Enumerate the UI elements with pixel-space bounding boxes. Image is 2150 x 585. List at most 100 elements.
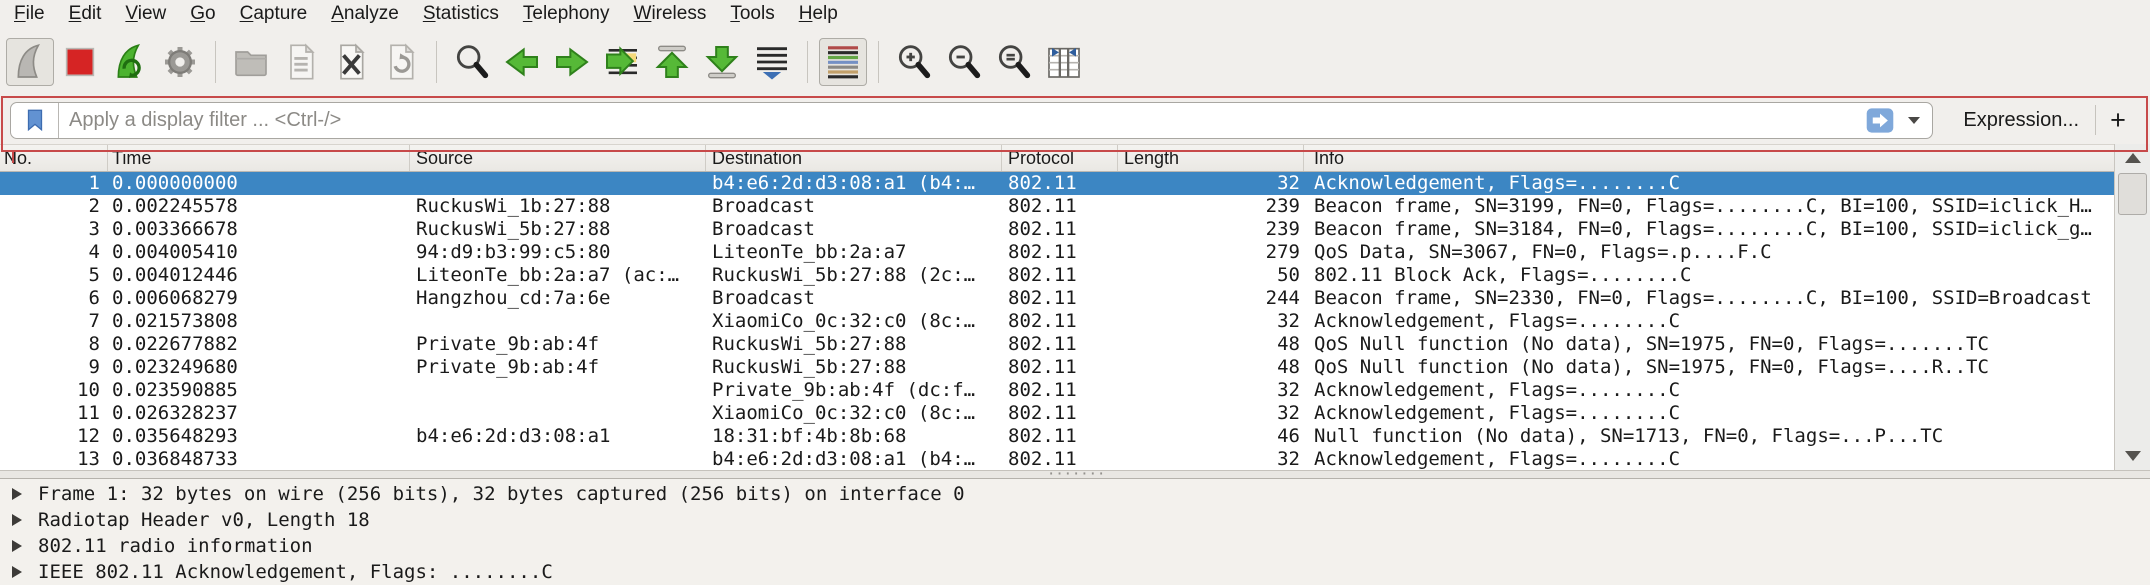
- cell-protocol: 802.11: [1002, 356, 1118, 379]
- expander-triangle-icon[interactable]: [12, 566, 22, 578]
- zoom-out-button[interactable]: [940, 38, 988, 86]
- reload-file-button[interactable]: [377, 38, 425, 86]
- detail-text: Frame 1: 32 bytes on wire (256 bits), 32…: [38, 483, 965, 505]
- stop-capture-icon: [60, 42, 100, 82]
- cell-length: 244: [1118, 287, 1304, 310]
- menu-telephony[interactable]: Telephony: [511, 0, 622, 27]
- expander-triangle-icon[interactable]: [12, 540, 22, 552]
- column-header-time[interactable]: Time: [108, 145, 410, 171]
- packet-row[interactable]: 60.006068279Hangzhou_cd:7a:6eBroadcast80…: [0, 287, 2114, 310]
- scroll-down-button[interactable]: [2115, 443, 2150, 469]
- go-last-button[interactable]: [698, 38, 746, 86]
- menu-go[interactable]: Go: [178, 0, 227, 27]
- column-header-info[interactable]: Info: [1304, 145, 2114, 171]
- cell-protocol: 802.11: [1002, 241, 1118, 264]
- go-first-button[interactable]: [648, 38, 696, 86]
- cell-time: 0.022677882: [108, 333, 410, 356]
- zoom-in-button[interactable]: [890, 38, 938, 86]
- display-filter-input[interactable]: [59, 103, 1860, 138]
- cell-destination: b4:e6:2d:d3:08:a1 (b4:…: [706, 172, 1002, 195]
- cell-no: 6: [0, 287, 108, 310]
- detail-line[interactable]: IEEE 802.11 Acknowledgement, Flags: ....…: [0, 559, 2150, 585]
- scroll-up-button[interactable]: [2115, 145, 2150, 171]
- filter-bookmark-button[interactable]: [11, 103, 59, 138]
- bookmark-icon: [22, 107, 48, 133]
- cell-info: Null function (No data), SN=1713, FN=0, …: [1304, 425, 2114, 448]
- pane-splitter[interactable]: [0, 470, 2150, 479]
- expander-triangle-icon[interactable]: [12, 488, 22, 500]
- scrollbar-thumb[interactable]: [2118, 173, 2147, 215]
- capture-options-icon: [160, 42, 200, 82]
- cell-source: [410, 310, 706, 333]
- menu-tools[interactable]: Tools: [718, 0, 786, 27]
- menu-analyze[interactable]: Analyze: [319, 0, 411, 27]
- cell-time: 0.023590885: [108, 379, 410, 402]
- cell-time: 0.026328237: [108, 402, 410, 425]
- cell-no: 8: [0, 333, 108, 356]
- cell-source: [410, 402, 706, 425]
- stop-capture-button[interactable]: [56, 38, 104, 86]
- packet-row[interactable]: 40.00400541094:d9:b3:99:c5:80LiteonTe_bb…: [0, 241, 2114, 264]
- column-header-length[interactable]: Length: [1118, 145, 1304, 171]
- auto-scroll-button[interactable]: [748, 38, 796, 86]
- display-filter-bar[interactable]: [10, 102, 1933, 139]
- main-toolbar: [0, 27, 2150, 96]
- cell-source: [410, 448, 706, 470]
- detail-line[interactable]: Radiotap Header v0, Length 18: [0, 507, 2150, 533]
- add-filter-button[interactable]: +: [2096, 105, 2140, 135]
- cell-destination: XiaomiCo_0c:32:c0 (8c:…: [706, 402, 1002, 425]
- colorize-button[interactable]: [819, 38, 867, 86]
- menu-capture[interactable]: Capture: [228, 0, 320, 27]
- cell-time: 0.023249680: [108, 356, 410, 379]
- arrow-down-icon: [2125, 451, 2141, 461]
- packet-row[interactable]: 120.035648293b4:e6:2d:d3:08:a118:31:bf:4…: [0, 425, 2114, 448]
- menu-edit[interactable]: Edit: [57, 0, 114, 27]
- zoom-reset-button[interactable]: [990, 38, 1038, 86]
- cell-length: 32: [1118, 379, 1304, 402]
- packet-row[interactable]: 110.026328237XiaomiCo_0c:32:c0 (8c:…802.…: [0, 402, 2114, 425]
- expression-button[interactable]: Expression...: [1947, 109, 2095, 132]
- packet-row[interactable]: 90.023249680Private_9b:ab:4fRuckusWi_5b:…: [0, 356, 2114, 379]
- packet-row[interactable]: 10.000000000b4:e6:2d:d3:08:a1 (b4:…802.1…: [0, 172, 2114, 195]
- cell-protocol: 802.11: [1002, 402, 1118, 425]
- menu-help[interactable]: Help: [787, 0, 850, 27]
- packet-row[interactable]: 100.023590885Private_9b:ab:4f (dc:f…802.…: [0, 379, 2114, 402]
- resize-columns-button[interactable]: [1040, 38, 1088, 86]
- capture-options-button[interactable]: [156, 38, 204, 86]
- column-header-protocol[interactable]: Protocol: [1002, 145, 1118, 171]
- menu-file[interactable]: File: [2, 0, 57, 27]
- cell-info: Acknowledgement, Flags=........C: [1304, 310, 2114, 333]
- restart-capture-button[interactable]: [106, 38, 154, 86]
- go-next-button[interactable]: [548, 38, 596, 86]
- filter-history-dropdown[interactable]: [1902, 106, 1926, 135]
- packet-row[interactable]: 80.022677882Private_9b:ab:4fRuckusWi_5b:…: [0, 333, 2114, 356]
- detail-line[interactable]: 802.11 radio information: [0, 533, 2150, 559]
- packet-row[interactable]: 70.021573808XiaomiCo_0c:32:c0 (8c:…802.1…: [0, 310, 2114, 333]
- expander-triangle-icon[interactable]: [12, 514, 22, 526]
- go-previous-button[interactable]: [498, 38, 546, 86]
- cell-info: Beacon frame, SN=3199, FN=0, Flags=.....…: [1304, 195, 2114, 218]
- packet-row[interactable]: 50.004012446LiteonTe_bb:2a:a7 (ac:…Rucku…: [0, 264, 2114, 287]
- save-file-button[interactable]: [277, 38, 325, 86]
- open-file-icon: [231, 42, 271, 82]
- menu-view[interactable]: View: [113, 0, 178, 27]
- apply-filter-button[interactable]: [1860, 106, 1900, 135]
- cell-protocol: 802.11: [1002, 333, 1118, 356]
- cell-protocol: 802.11: [1002, 425, 1118, 448]
- detail-line[interactable]: Frame 1: 32 bytes on wire (256 bits), 32…: [0, 481, 2150, 507]
- menu-statistics[interactable]: Statistics: [411, 0, 511, 27]
- close-file-button[interactable]: [327, 38, 375, 86]
- packet-row[interactable]: 20.002245578RuckusWi_1b:27:88Broadcast80…: [0, 195, 2114, 218]
- go-to-packet-button[interactable]: [598, 38, 646, 86]
- packet-row[interactable]: 30.003366678RuckusWi_5b:27:88Broadcast80…: [0, 218, 2114, 241]
- column-header-destination[interactable]: Destination: [706, 145, 1002, 171]
- menu-wireless[interactable]: Wireless: [622, 0, 719, 27]
- find-packet-button[interactable]: [448, 38, 496, 86]
- open-file-button[interactable]: [227, 38, 275, 86]
- cell-protocol: 802.11: [1002, 310, 1118, 333]
- column-header-no[interactable]: No.: [0, 145, 108, 171]
- cell-info: QoS Null function (No data), SN=1975, FN…: [1304, 356, 2114, 379]
- vertical-scrollbar[interactable]: [2114, 144, 2150, 470]
- column-header-source[interactable]: Source: [410, 145, 706, 171]
- start-capture-button[interactable]: [6, 38, 54, 86]
